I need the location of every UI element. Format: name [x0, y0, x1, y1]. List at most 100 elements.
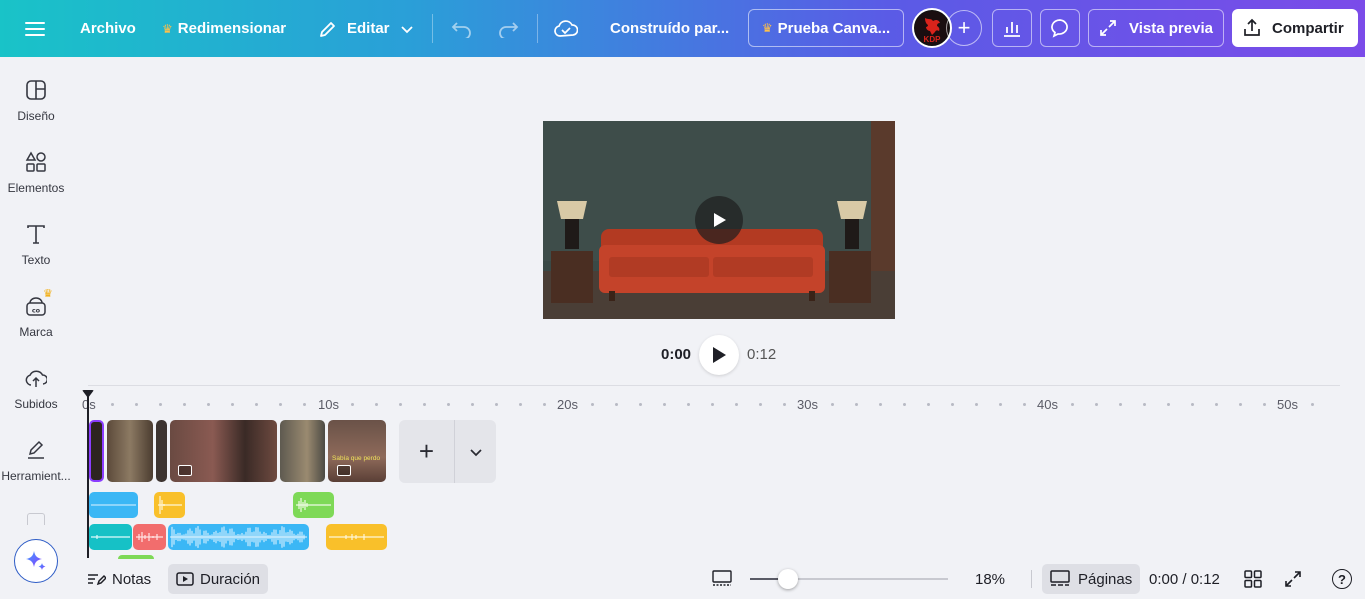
undo-button[interactable]	[451, 0, 473, 57]
sidebar-item-elements[interactable]: Elementos	[0, 129, 72, 197]
tick-dot	[1119, 403, 1122, 406]
tick-dot	[927, 403, 930, 406]
pencil-icon	[320, 21, 335, 37]
save-status-button[interactable]	[554, 0, 578, 57]
plus-icon: +	[418, 436, 435, 466]
zoom-slider-handle[interactable]	[778, 569, 798, 589]
video-clip[interactable]	[156, 420, 167, 482]
insights-button[interactable]	[992, 9, 1032, 47]
waveform	[296, 498, 331, 512]
sidebar-item-uploads[interactable]: Subidos	[0, 345, 72, 413]
tick-dot	[831, 403, 834, 406]
magic-assistant-button[interactable]	[14, 539, 58, 583]
tick-label: 20s	[557, 397, 578, 412]
tick-dot	[399, 403, 402, 406]
trial-button[interactable]: ♛ Prueba Canva...	[748, 9, 904, 47]
add-page-options-button[interactable]	[455, 420, 496, 483]
separator	[432, 14, 433, 43]
video-clip[interactable]: Sabía que perdo	[328, 420, 386, 482]
tick-dot	[1023, 403, 1026, 406]
archivo-menu[interactable]: Archivo	[80, 0, 136, 57]
tick-dot	[1263, 403, 1266, 406]
playhead[interactable]	[87, 392, 89, 558]
audio-track[interactable]	[89, 492, 138, 518]
video-icon	[178, 465, 192, 476]
tick-label: 40s	[1037, 397, 1058, 412]
play-button[interactable]	[699, 335, 739, 375]
tick-dot	[495, 403, 498, 406]
sidebar-item-brand[interactable]: co ♛ Marca	[0, 273, 72, 341]
tick-dot	[303, 403, 306, 406]
audio-track[interactable]	[326, 524, 387, 550]
tick-dot	[471, 403, 474, 406]
sidebar-item-text[interactable]: Texto	[0, 201, 72, 269]
duration-button[interactable]: Duración	[168, 564, 269, 594]
tick-dot	[639, 403, 642, 406]
tick-dot	[111, 403, 114, 406]
audio-track[interactable]	[168, 524, 309, 550]
expand-icon	[1285, 571, 1301, 587]
redo-button[interactable]	[497, 0, 519, 57]
comments-button[interactable]	[1040, 9, 1080, 47]
audio-track[interactable]	[89, 524, 132, 550]
tick-dot	[447, 403, 450, 406]
edit-menu[interactable]: Editar	[318, 0, 414, 57]
current-time: 0:00	[661, 346, 692, 363]
video-clip-selected[interactable]	[89, 420, 104, 482]
tick-dot	[255, 403, 258, 406]
tick-dot	[591, 403, 594, 406]
help-button[interactable]: ?	[1332, 564, 1352, 594]
menu-button[interactable]	[25, 0, 45, 57]
tick-dot	[519, 403, 522, 406]
separator	[1031, 570, 1032, 588]
audio-track[interactable]	[154, 492, 185, 518]
sidebar-item-tools[interactable]: Herramient...	[0, 417, 72, 485]
add-collaborator-button[interactable]: +	[946, 10, 982, 46]
tick-dot	[1071, 403, 1074, 406]
hide-pages-button[interactable]	[712, 564, 732, 594]
grid-icon	[1244, 570, 1262, 588]
hamburger-icon	[25, 21, 45, 36]
audio-track[interactable]	[293, 492, 334, 518]
play-icon	[713, 347, 726, 363]
tick-dot	[1095, 403, 1098, 406]
tick-dot	[975, 403, 978, 406]
video-icon	[176, 572, 194, 586]
tick-dot	[135, 403, 138, 406]
comment-icon	[1051, 19, 1068, 38]
tick-dot	[231, 403, 234, 406]
undo-icon	[451, 21, 471, 38]
draw-tool-icon	[28, 440, 44, 459]
tick-dot	[183, 403, 186, 406]
share-button[interactable]: Compartir	[1232, 9, 1358, 47]
zoom-level[interactable]: 18%	[975, 564, 1005, 594]
tick-dot	[999, 403, 1002, 406]
design-title[interactable]: Construído par...	[610, 0, 729, 57]
crown-icon: ♛	[162, 21, 173, 36]
crown-icon: ♛	[761, 21, 773, 35]
bar-chart-icon	[1004, 22, 1020, 37]
audio-track[interactable]	[133, 524, 166, 550]
resize-button[interactable]: ♛ Redimensionar	[162, 0, 286, 57]
notes-button[interactable]: Notas	[86, 564, 151, 594]
tick-dot	[1215, 403, 1218, 406]
video-clip[interactable]	[280, 420, 325, 482]
video-clip[interactable]	[170, 420, 277, 482]
tick-dot	[615, 403, 618, 406]
canvas-play-button[interactable]	[695, 196, 743, 244]
preview-button[interactable]: Vista previa	[1088, 9, 1224, 47]
tick-dot	[1239, 403, 1242, 406]
fullscreen-button[interactable]	[1284, 564, 1302, 594]
tick-dot	[1167, 403, 1170, 406]
add-page-button[interactable]: +	[399, 420, 454, 483]
chevron-down-icon	[400, 25, 413, 33]
grid-view-button[interactable]	[1244, 564, 1262, 594]
redo-icon	[499, 21, 519, 38]
video-clip[interactable]	[107, 420, 153, 482]
sidebar-item-design[interactable]: Diseño	[0, 57, 72, 125]
waveform	[158, 496, 182, 514]
video-canvas[interactable]	[543, 121, 895, 319]
bottom-bar: Notas Duración 18% Páginas 0:00 / 0:12 ?	[72, 559, 1365, 599]
pages-button[interactable]: Páginas	[1042, 564, 1141, 594]
waveform	[170, 526, 307, 548]
